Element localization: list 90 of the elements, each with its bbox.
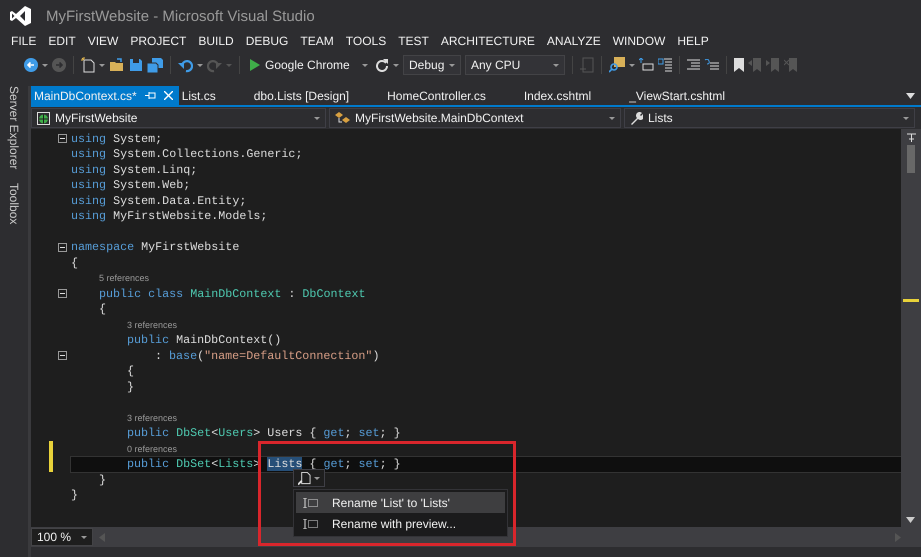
change-marker <box>903 299 919 302</box>
caret-icon[interactable] <box>629 64 635 66</box>
menu-item[interactable]: HELP <box>671 34 715 48</box>
refresh-icon[interactable] <box>375 58 389 72</box>
code-line: } <box>99 472 106 487</box>
type-dropdown[interactable]: MyFirstWebsite.MainDbContext <box>329 108 621 128</box>
menu-item[interactable]: BUILD <box>192 34 240 48</box>
quick-actions-button[interactable] <box>293 469 325 487</box>
code-line: { <box>99 302 106 316</box>
side-panel-tab[interactable]: Toolbox <box>7 183 21 225</box>
caret-icon[interactable] <box>99 64 105 66</box>
code-line: } <box>127 380 134 394</box>
collapse-icon[interactable] <box>58 351 66 360</box>
align-lines-icon[interactable] <box>687 59 700 71</box>
pin-icon[interactable] <box>144 91 156 100</box>
code-line: : base("name=DefaultConnection") <box>155 348 380 363</box>
document-tab[interactable]: MainDbContext.cs* <box>31 86 179 105</box>
code-line: using MyFirstWebsite.Models; <box>71 209 268 224</box>
references-count[interactable]: 3 references <box>127 412 178 423</box>
close-icon[interactable] <box>164 91 173 100</box>
menu-item[interactable]: TOOLS <box>340 34 392 48</box>
document-tab[interactable]: HomeController.cs <box>384 86 521 105</box>
code-line: public MainDbContext() <box>127 333 282 348</box>
window-title: MyFirstWebsite - Microsoft Visual Studio <box>46 8 315 24</box>
menu-item[interactable]: PROJECT <box>124 34 192 48</box>
run-button[interactable]: Google Chrome <box>247 55 371 75</box>
rename-icon <box>302 498 318 508</box>
zoom-dropdown[interactable]: 100 % <box>31 528 93 546</box>
comment-lines-icon[interactable] <box>704 58 719 72</box>
collapse-icon[interactable] <box>58 242 66 252</box>
save-all-icon[interactable] <box>147 58 163 72</box>
globe-project-icon <box>37 112 50 124</box>
play-icon <box>250 59 260 71</box>
menu-item[interactable]: TEAM <box>294 34 340 48</box>
caret-icon[interactable] <box>42 64 48 66</box>
document-tab[interactable]: _ViewStart.cshtml <box>626 86 760 105</box>
scroll-down-icon[interactable] <box>906 517 915 523</box>
menu-item[interactable]: DEBUG <box>240 34 294 48</box>
document-tab[interactable]: dbo.Lists [Design] <box>250 86 384 105</box>
platform-dropdown[interactable]: Any CPU <box>465 55 565 75</box>
split-handle-icon[interactable] <box>906 133 916 142</box>
references-count[interactable]: 5 references <box>99 273 150 284</box>
code-line: using System; <box>71 132 162 146</box>
document-tab[interactable]: List.cs <box>178 86 251 105</box>
menu-item[interactable]: ANALYZE <box>540 34 607 48</box>
open-folder-icon[interactable] <box>109 58 125 72</box>
scroll-thumb[interactable] <box>907 145 915 173</box>
menu-item[interactable]: ARCHITECTURE <box>434 34 541 48</box>
document-list-icon[interactable] <box>658 58 672 72</box>
code-line: public class MainDbContext : DbContext <box>99 286 366 301</box>
code-line: using System.Linq; <box>71 162 198 177</box>
code-line: public DbSet<Users> Users { get; set; } <box>127 426 401 440</box>
menu-item[interactable]: TEST <box>392 34 435 48</box>
references-count[interactable]: 0 references <box>127 444 178 454</box>
code-line: { <box>71 256 78 270</box>
save-icon[interactable] <box>129 58 143 72</box>
tab-list-caret-icon[interactable] <box>906 93 915 99</box>
new-project-icon[interactable] <box>81 57 95 73</box>
code-line: namespace MyFirstWebsite <box>71 240 240 254</box>
visual-studio-logo-icon <box>10 5 32 27</box>
code-line: } <box>71 488 78 502</box>
wrench-icon <box>630 112 643 124</box>
bookmark-icon[interactable] <box>734 58 744 72</box>
code-line: using System.Web; <box>71 178 190 192</box>
indent-icon[interactable] <box>639 58 654 72</box>
references-count[interactable]: 3 references <box>127 320 178 330</box>
quick-action-item[interactable]: Rename 'List' to 'Lists' <box>296 492 505 513</box>
collapse-icon[interactable] <box>58 289 66 298</box>
find-in-files-icon[interactable] <box>609 57 625 73</box>
project-dropdown[interactable]: MyFirstWebsite <box>31 108 326 128</box>
code-line: using System.Data.Entity; <box>71 194 246 208</box>
caret-icon[interactable] <box>197 64 203 66</box>
code-line: using System.Collections.Generic; <box>71 147 302 162</box>
screwdriver-icon <box>298 470 311 486</box>
undo-icon[interactable] <box>178 58 193 72</box>
class-icon <box>335 112 350 124</box>
back-icon[interactable] <box>24 58 38 72</box>
document-tab[interactable]: Index.cshtml <box>520 86 626 105</box>
caret-icon[interactable] <box>393 64 399 66</box>
collapse-icon[interactable] <box>58 134 66 144</box>
menu-item[interactable]: VIEW <box>82 34 124 48</box>
quick-action-item[interactable]: Rename with preview... <box>296 513 505 534</box>
member-dropdown[interactable]: Lists <box>624 108 915 128</box>
menu-item[interactable]: FILE <box>5 34 42 48</box>
code-line: { <box>127 364 134 378</box>
menu-item[interactable]: EDIT <box>42 34 82 48</box>
rename-icon <box>302 518 318 528</box>
menu-item[interactable]: WINDOW <box>606 34 672 48</box>
configuration-dropdown[interactable]: Debug <box>403 55 461 75</box>
side-panel-tab[interactable]: Server Explorer <box>7 86 21 170</box>
